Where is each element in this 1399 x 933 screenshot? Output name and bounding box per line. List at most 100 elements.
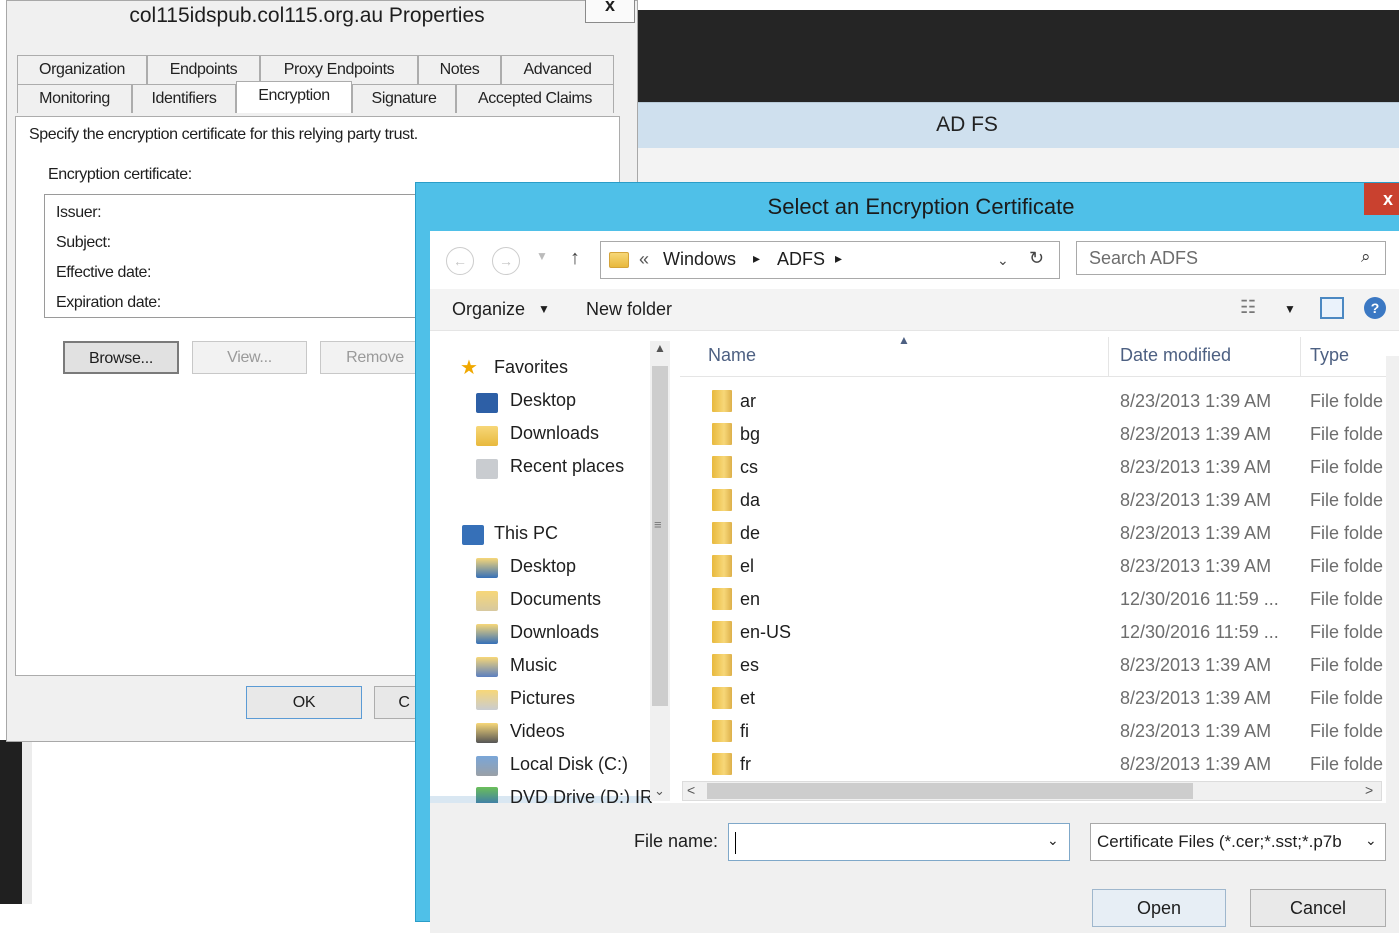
- file-list-scrollbar[interactable]: [1386, 356, 1399, 806]
- forward-icon[interactable]: →: [492, 247, 520, 275]
- nav-this-pc[interactable]: This PC: [494, 523, 558, 544]
- file-row[interactable]: cs 8/23/2013 1:39 AM File folde: [682, 451, 1392, 484]
- file-date: 8/23/2013 1:39 AM: [1120, 523, 1272, 543]
- scroll-right-icon[interactable]: >: [1365, 782, 1373, 798]
- nav-videos[interactable]: Videos: [510, 721, 565, 742]
- effective-date-label: Effective date:: [56, 264, 152, 281]
- tab-proxy-endpoints[interactable]: Proxy Endpoints: [260, 55, 418, 84]
- tab-accepted-claims[interactable]: Accepted Claims: [456, 84, 614, 113]
- chevron-right-icon[interactable]: ▸: [835, 250, 842, 267]
- up-arrow-icon[interactable]: ↑: [570, 247, 580, 270]
- file-row[interactable]: el 8/23/2013 1:39 AM File folde: [682, 550, 1392, 583]
- tab-endpoints[interactable]: Endpoints: [147, 55, 260, 84]
- file-name: bg: [740, 424, 761, 444]
- open-button[interactable]: Open: [1092, 889, 1226, 927]
- breadcrumb-overflow[interactable]: «: [639, 249, 649, 270]
- refresh-icon[interactable]: ↻: [1029, 248, 1044, 269]
- folder-icon: [712, 654, 732, 676]
- nav-documents[interactable]: Documents: [510, 589, 601, 610]
- organize-button[interactable]: Organize: [452, 299, 525, 320]
- nav-favorites[interactable]: Favorites: [494, 357, 568, 378]
- nav-pictures[interactable]: Pictures: [510, 688, 575, 709]
- file-row[interactable]: en-US 12/30/2016 11:59 ... File folde: [682, 616, 1392, 649]
- file-type-select[interactable]: Certificate Files (*.cer;*.sst;*.p7b ⌄: [1090, 823, 1386, 861]
- scroll-up-icon[interactable]: ▲: [654, 341, 666, 355]
- tab-identifiers[interactable]: Identifiers: [132, 84, 236, 113]
- scroll-down-icon[interactable]: ⌄: [654, 783, 665, 799]
- chevron-right-icon[interactable]: ▸: [753, 250, 760, 267]
- file-row[interactable]: da 8/23/2013 1:39 AM File folde: [682, 484, 1392, 517]
- nav-recent-places[interactable]: Recent places: [510, 456, 624, 477]
- file-name: ar: [740, 391, 757, 411]
- column-name[interactable]: Name: [708, 345, 756, 366]
- scroll-left-icon[interactable]: <: [687, 782, 695, 798]
- file-name: de: [740, 523, 761, 543]
- nav-local-disk[interactable]: Local Disk (C:): [510, 754, 628, 775]
- file-name-input[interactable]: ⌄: [728, 823, 1070, 861]
- chevron-down-icon[interactable]: ⌄: [1365, 832, 1377, 849]
- folder-icon: [712, 390, 732, 412]
- nav-desktop[interactable]: Desktop: [510, 390, 576, 411]
- tab-organization[interactable]: Organization: [17, 55, 147, 84]
- tab-advanced[interactable]: Advanced: [501, 55, 614, 84]
- column-type[interactable]: Type: [1310, 345, 1349, 366]
- file-name: fr: [740, 754, 751, 774]
- file-row[interactable]: bg 8/23/2013 1:39 AM File folde: [682, 418, 1392, 451]
- nav-downloads[interactable]: Downloads: [510, 423, 599, 444]
- file-type: File folde: [1310, 589, 1384, 609]
- caret-down-icon[interactable]: ▼: [538, 302, 550, 316]
- nav-pc-desktop[interactable]: Desktop: [510, 556, 576, 577]
- horizontal-scrollbar[interactable]: < >: [682, 781, 1382, 801]
- breadcrumb-windows[interactable]: Windows: [663, 249, 736, 270]
- column-divider[interactable]: [1300, 337, 1301, 377]
- view-button[interactable]: View...: [192, 341, 307, 374]
- tab-encryption[interactable]: Encryption: [236, 81, 352, 113]
- adfs-title: AD FS: [936, 113, 998, 136]
- file-row[interactable]: de 8/23/2013 1:39 AM File folde: [682, 517, 1392, 550]
- file-row[interactable]: en 12/30/2016 11:59 ... File folde: [682, 583, 1392, 616]
- horizontal-scroll-thumb[interactable]: [707, 783, 1193, 799]
- column-header: Name ▲ Date modified Type: [680, 333, 1399, 377]
- file-row[interactable]: ar 8/23/2013 1:39 AM File folde: [682, 385, 1392, 418]
- close-button[interactable]: x: [585, 0, 635, 23]
- remove-button[interactable]: Remove: [320, 341, 430, 374]
- browse-button[interactable]: Browse...: [63, 341, 179, 374]
- column-divider[interactable]: [1108, 337, 1109, 377]
- chevron-down-icon[interactable]: ⌄: [997, 252, 1009, 269]
- help-icon[interactable]: ?: [1364, 297, 1386, 319]
- chevron-down-icon[interactable]: ⌄: [1047, 832, 1059, 849]
- preview-pane-icon[interactable]: [1320, 297, 1344, 319]
- nav-pc-downloads[interactable]: Downloads: [510, 622, 599, 643]
- dialog-close-button[interactable]: x: [1364, 183, 1399, 215]
- nav-music[interactable]: Music: [510, 655, 557, 676]
- computer-icon: [462, 525, 484, 545]
- recent-dropdown-icon[interactable]: ▼: [536, 249, 548, 263]
- tab-signature[interactable]: Signature: [352, 84, 456, 113]
- expiration-date-label: Expiration date:: [56, 294, 161, 311]
- file-date: 8/23/2013 1:39 AM: [1120, 721, 1272, 741]
- view-options-icon[interactable]: ☷: [1240, 297, 1256, 318]
- desktop-icon: [476, 393, 498, 413]
- new-folder-button[interactable]: New folder: [586, 299, 672, 320]
- tab-monitoring[interactable]: Monitoring: [17, 84, 132, 113]
- file-date: 8/23/2013 1:39 AM: [1120, 556, 1272, 576]
- ok-button[interactable]: OK: [246, 686, 362, 719]
- file-row[interactable]: fr 8/23/2013 1:39 AM File folde: [682, 748, 1392, 781]
- column-date-modified[interactable]: Date modified: [1120, 345, 1231, 366]
- address-bar[interactable]: « Windows ▸ ADFS ▸ ⌄ ↻: [600, 241, 1060, 279]
- search-input[interactable]: Search ADFS ⌕: [1076, 241, 1386, 275]
- back-icon[interactable]: ←: [446, 247, 474, 275]
- breadcrumb-adfs[interactable]: ADFS: [777, 249, 825, 270]
- nav-scrollbar-thumb[interactable]: [652, 366, 668, 706]
- caret-down-icon[interactable]: ▼: [1284, 302, 1296, 316]
- file-type: File folde: [1310, 523, 1384, 543]
- videos-icon: [476, 723, 498, 743]
- tab-notes[interactable]: Notes: [418, 55, 501, 84]
- file-selection-area: File name: ⌄ Certificate Files (*.cer;*.…: [430, 803, 1399, 933]
- cancel-button[interactable]: Cancel: [1250, 889, 1386, 927]
- file-row[interactable]: et 8/23/2013 1:39 AM File folde: [682, 682, 1392, 715]
- folder-icon: [712, 423, 732, 445]
- search-icon[interactable]: ⌕: [1361, 247, 1371, 267]
- file-row[interactable]: fi 8/23/2013 1:39 AM File folde: [682, 715, 1392, 748]
- file-row[interactable]: es 8/23/2013 1:39 AM File folde: [682, 649, 1392, 682]
